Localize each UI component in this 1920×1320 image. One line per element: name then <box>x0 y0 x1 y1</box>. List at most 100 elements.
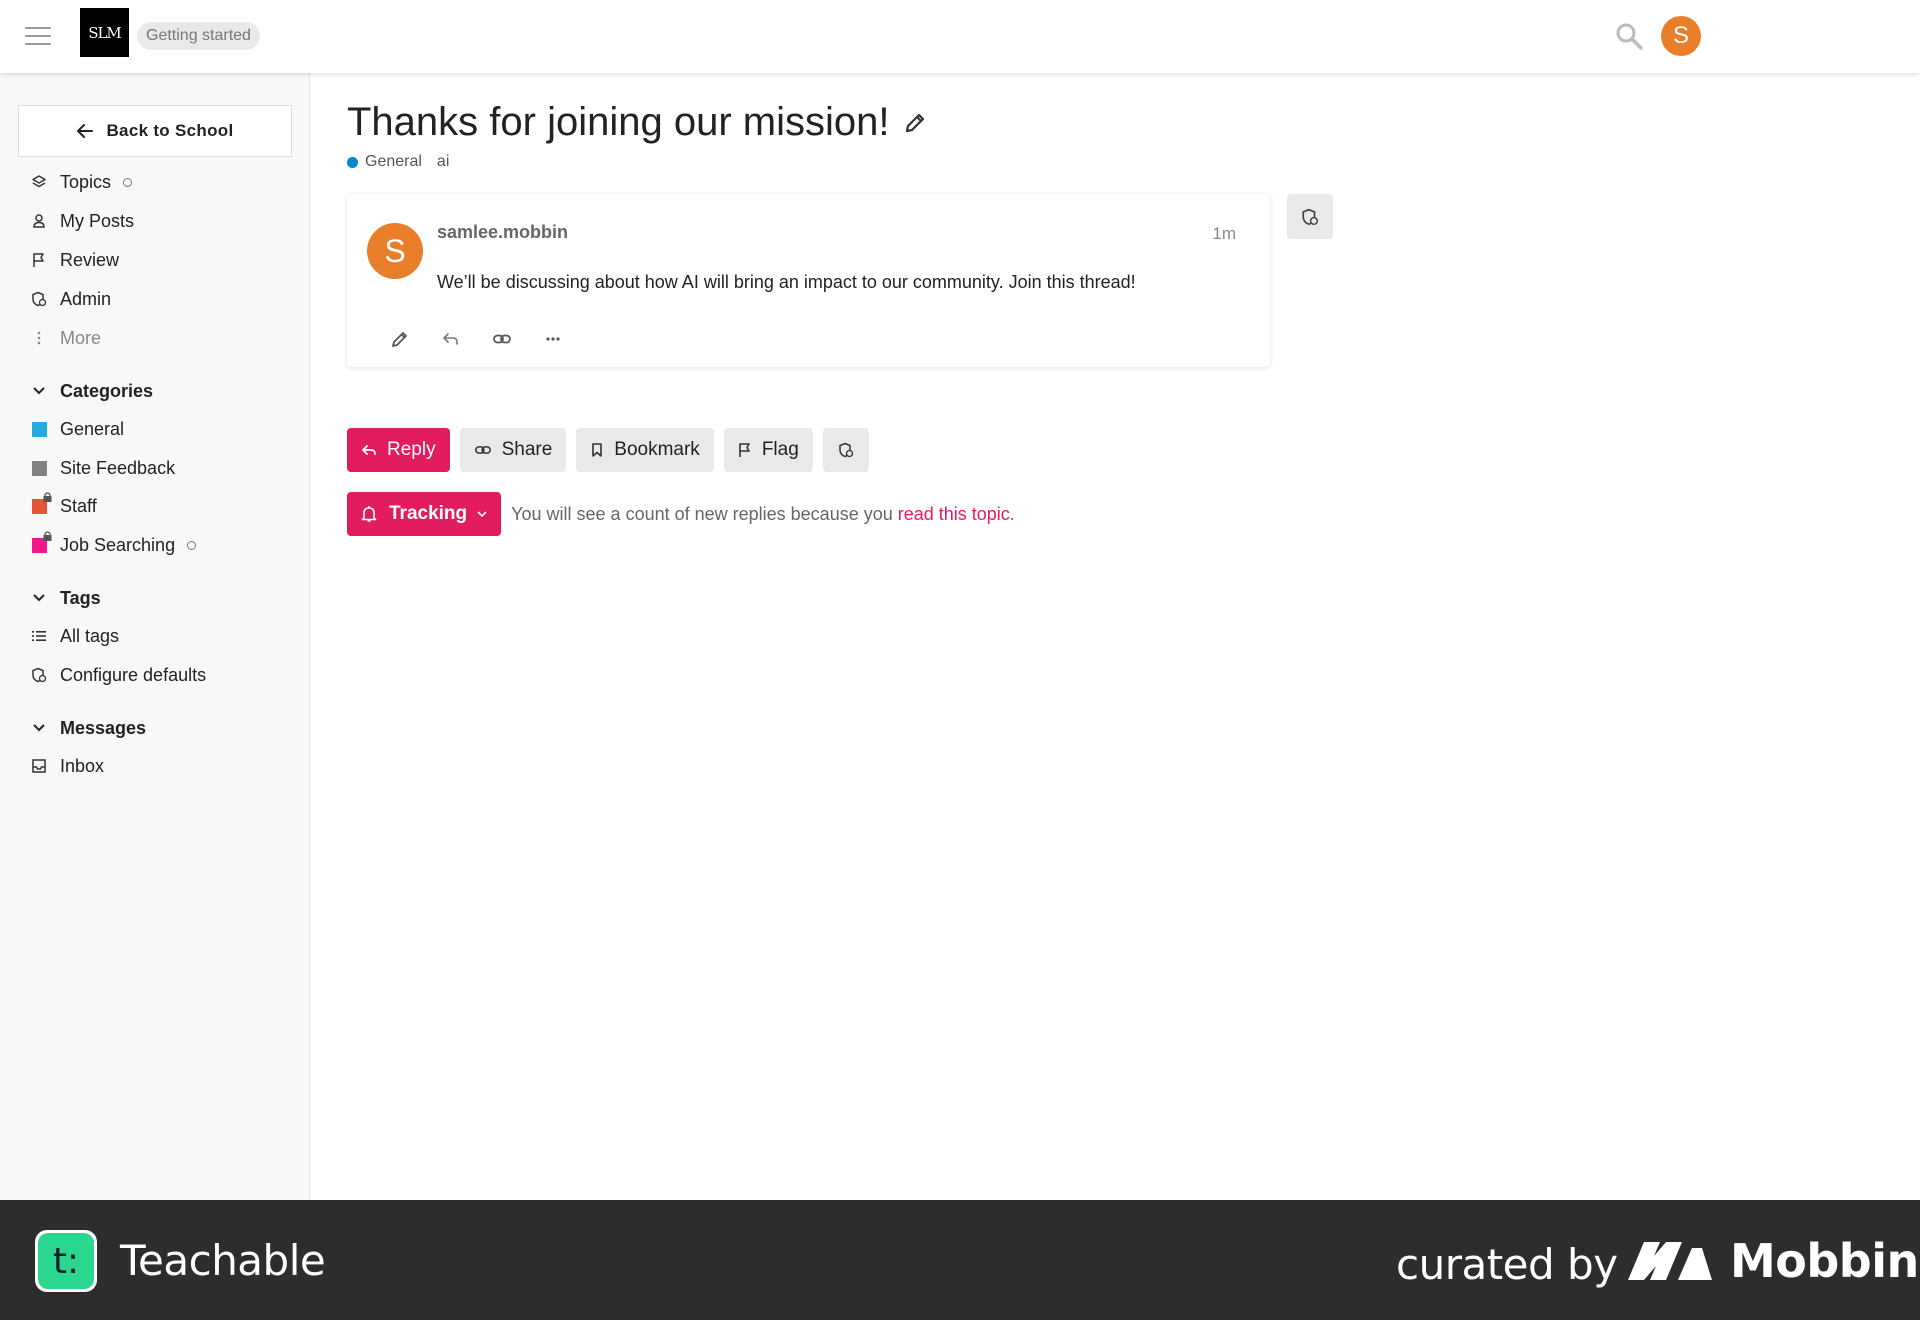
flag-label: Flag <box>761 439 799 460</box>
flag-icon <box>30 251 48 269</box>
share-button[interactable]: Share <box>459 428 567 472</box>
topic-meta: General ai <box>347 153 449 171</box>
chevron-down-icon <box>477 510 487 517</box>
tracking-label: Tracking <box>389 503 468 524</box>
categories-section-toggle[interactable]: Categories <box>30 376 153 406</box>
chevron-down-icon <box>30 594 48 602</box>
inbox-icon <box>30 757 48 775</box>
topic-title-text: Thanks for joining our mission! <box>347 100 890 144</box>
reply-label: Reply <box>387 439 436 460</box>
shield-icon <box>30 290 48 308</box>
unread-indicator <box>187 540 197 550</box>
topic-tag-link[interactable]: ai <box>437 153 449 171</box>
mobbin-brand-name: Mobbin <box>1730 1234 1919 1288</box>
sidebar-item-topics[interactable]: Topics <box>30 167 133 197</box>
unread-indicator <box>123 177 133 187</box>
bookmark-label: Bookmark <box>614 439 700 460</box>
sidebar-item-label: All tags <box>60 625 120 646</box>
sidebar-item-configure-defaults[interactable]: Configure defaults <box>30 660 206 690</box>
link-post-icon[interactable] <box>476 324 527 354</box>
mobbin-logo-icon <box>1628 1242 1712 1280</box>
sidebar-item-label: Review <box>60 249 120 270</box>
sidebar-item-label: More <box>60 327 102 348</box>
sidebar-item-label: Topics <box>60 171 112 192</box>
top-header: SLM Getting started S <box>0 0 1920 73</box>
flag-button[interactable]: Flag <box>723 428 813 472</box>
chevron-down-icon <box>30 387 48 395</box>
sidebar-item-more[interactable]: More <box>30 323 101 353</box>
admin-actions-button[interactable] <box>822 428 869 472</box>
reply-icon <box>362 445 376 455</box>
site-logo[interactable]: SLM <box>80 8 129 57</box>
sidebar-item-label: Admin <box>60 288 112 309</box>
section-heading: Categories <box>60 380 154 401</box>
read-topic-link[interactable]: read this topic <box>898 504 1010 524</box>
sidebar-item-general[interactable]: General <box>30 414 124 444</box>
topic-admin-shield-icon[interactable] <box>1287 194 1333 239</box>
tracking-dropdown[interactable]: Tracking <box>347 492 502 536</box>
sidebar-item-site-feedback[interactable]: Site Feedback <box>30 453 175 483</box>
sidebar-item-staff[interactable]: Staff <box>30 491 97 521</box>
user-avatar[interactable]: S <box>1661 16 1701 56</box>
category-swatch <box>31 460 47 476</box>
reply-button[interactable]: Reply <box>347 428 450 472</box>
footer-banner: t: Teachable curated by Mobbin <box>0 1200 1920 1320</box>
sidebar-item-all-tags[interactable]: All tags <box>30 621 119 651</box>
post-body: We’ll be discussing about how AI will br… <box>437 272 1136 292</box>
tags-section-toggle[interactable]: Tags <box>30 583 101 613</box>
topic-footer-buttons: Reply Share Bookmark Flag <box>347 428 879 472</box>
sidebar-item-label: Job Searching <box>60 534 176 555</box>
edit-post-icon[interactable] <box>374 324 425 354</box>
hamburger-menu-icon[interactable] <box>25 27 51 47</box>
lock-icon <box>43 491 51 502</box>
sidebar-item-label: Site Feedback <box>60 457 176 478</box>
category-dot <box>347 156 358 168</box>
shield-icon <box>839 442 853 458</box>
sidebar-item-admin[interactable]: Admin <box>30 284 111 314</box>
teachable-logo-mark: t: <box>38 1233 94 1289</box>
sidebar-item-label: My Posts <box>60 210 135 231</box>
topic-category-link[interactable]: General <box>365 153 422 171</box>
getting-started-badge[interactable]: Getting started <box>137 22 260 50</box>
vertical-dots-icon <box>30 329 48 347</box>
post-author-avatar[interactable]: S <box>367 223 423 279</box>
category-swatch <box>31 530 51 553</box>
section-heading: Tags <box>60 587 101 608</box>
link-icon <box>474 446 491 454</box>
share-label: Share <box>501 439 553 460</box>
category-swatch <box>31 491 51 514</box>
sidebar-item-my-posts[interactable]: My Posts <box>30 206 134 236</box>
section-heading: Messages <box>60 717 147 738</box>
shield-icon <box>30 666 48 684</box>
messages-section-toggle[interactable]: Messages <box>30 713 146 743</box>
more-actions-icon[interactable] <box>527 324 578 354</box>
back-to-school-button[interactable]: Back to School <box>18 105 292 157</box>
post-timestamp[interactable]: 1m <box>1212 224 1236 244</box>
lock-icon <box>43 530 51 541</box>
teachable-brand-name: Teachable <box>120 1236 326 1285</box>
sidebar-item-inbox[interactable]: Inbox <box>30 751 104 781</box>
post-card: S samlee.mobbin 1m We’ll be discussing a… <box>347 194 1270 367</box>
sidebar-item-label: Staff <box>60 495 97 516</box>
sidebar-item-label: Configure defaults <box>60 664 207 685</box>
sidebar-item-review[interactable]: Review <box>30 245 119 275</box>
category-swatch <box>31 421 47 437</box>
flag-icon <box>739 443 750 457</box>
back-to-school-label: Back to School <box>106 121 234 140</box>
post-author-username[interactable]: samlee.mobbin <box>437 222 568 243</box>
arrow-left-icon <box>77 124 94 138</box>
reply-post-icon[interactable] <box>425 324 476 354</box>
pencil-icon[interactable] <box>903 111 927 135</box>
topic-title: Thanks for joining our mission! <box>347 100 927 145</box>
sidebar: Back to School Topics My Posts Review Ad… <box>0 73 310 1200</box>
sidebar-item-label: General <box>60 418 125 439</box>
bookmark-button[interactable]: Bookmark <box>576 428 714 472</box>
layers-icon <box>30 173 48 191</box>
sidebar-item-label: Inbox <box>60 755 105 776</box>
search-icon[interactable] <box>1614 21 1644 51</box>
teachable-logo: t: <box>35 1230 97 1292</box>
tracking-description: You will see a count of new replies beca… <box>511 503 1015 524</box>
post-actions <box>374 324 578 354</box>
chevron-down-icon <box>30 724 48 732</box>
sidebar-item-job-searching[interactable]: Job Searching <box>30 530 197 560</box>
